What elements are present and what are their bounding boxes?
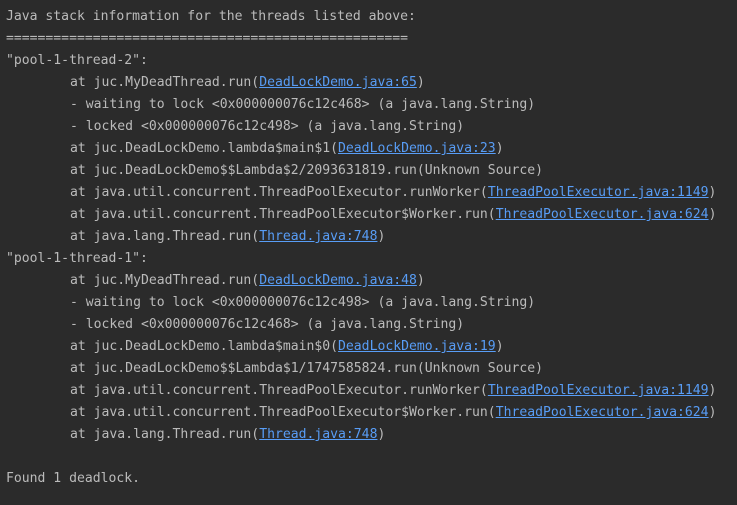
console-line: at java.lang.Thread.run(Thread.java:748) <box>6 226 737 248</box>
console-text: Java stack information for the threads l… <box>6 9 416 24</box>
source-file-link[interactable]: DeadLockDemo.java:65 <box>259 75 417 90</box>
console-text: at java.util.concurrent.ThreadPoolExecut… <box>70 405 496 420</box>
console-text: Found 1 deadlock. <box>6 471 141 486</box>
console-line: at juc.MyDeadThread.run(DeadLockDemo.jav… <box>6 270 737 292</box>
console-line: at juc.DeadLockDemo.lambda$main$0(DeadLo… <box>6 336 737 358</box>
source-file-link[interactable]: Thread.java:748 <box>259 427 377 442</box>
console-text: ) <box>495 339 504 354</box>
source-file-link[interactable]: ThreadPoolExecutor.java:1149 <box>488 185 709 200</box>
console-text: at juc.DeadLockDemo$$Lambda$1/1747585824… <box>70 361 543 376</box>
console-text: - locked <0x000000076c12c498> (a java.la… <box>70 119 465 134</box>
console-line: - locked <0x000000076c12c468> (a java.la… <box>6 314 737 336</box>
console-text: ========================================… <box>6 31 409 46</box>
source-file-link[interactable]: ThreadPoolExecutor.java:624 <box>496 207 709 222</box>
console-line: at java.util.concurrent.ThreadPoolExecut… <box>6 402 737 424</box>
source-file-link[interactable]: DeadLockDemo.java:23 <box>338 141 496 156</box>
console-text: ) <box>416 75 425 90</box>
console-text: ) <box>708 383 717 398</box>
console-line: at juc.DeadLockDemo$$Lambda$1/1747585824… <box>6 358 737 380</box>
source-file-link[interactable]: ThreadPoolExecutor.java:624 <box>496 405 709 420</box>
console-text: "pool-1-thread-2": <box>6 53 148 68</box>
console-line: Found 1 deadlock. <box>6 468 737 490</box>
console-text: ) <box>708 185 717 200</box>
console-text: - waiting to lock <0x000000076c12c498> (… <box>70 295 536 310</box>
console-text: ) <box>708 207 717 222</box>
console-text: - waiting to lock <0x000000076c12c468> (… <box>70 97 536 112</box>
console-text: at java.util.concurrent.ThreadPoolExecut… <box>70 383 488 398</box>
console-line: at java.lang.Thread.run(Thread.java:748) <box>6 424 737 446</box>
console-line: "pool-1-thread-2": <box>6 50 737 72</box>
console-text: at juc.DeadLockDemo$$Lambda$2/2093631819… <box>70 163 543 178</box>
console-line: at java.util.concurrent.ThreadPoolExecut… <box>6 204 737 226</box>
source-file-link[interactable]: DeadLockDemo.java:48 <box>259 273 417 288</box>
source-file-link[interactable]: ThreadPoolExecutor.java:1149 <box>488 383 709 398</box>
console-text: at java.util.concurrent.ThreadPoolExecut… <box>70 207 496 222</box>
console-text: at juc.MyDeadThread.run( <box>70 273 260 288</box>
console-text: ) <box>708 405 717 420</box>
console-line: at java.util.concurrent.ThreadPoolExecut… <box>6 380 737 402</box>
console-line: - locked <0x000000076c12c498> (a java.la… <box>6 116 737 138</box>
console-line: - waiting to lock <0x000000076c12c498> (… <box>6 292 737 314</box>
console-text: ) <box>416 273 425 288</box>
console-text: ) <box>377 229 386 244</box>
console-text: at java.util.concurrent.ThreadPoolExecut… <box>70 185 488 200</box>
console-line: at juc.MyDeadThread.run(DeadLockDemo.jav… <box>6 72 737 94</box>
console-text: ) <box>495 141 504 156</box>
console-text: at juc.DeadLockDemo.lambda$main$0( <box>70 339 339 354</box>
console-line: at juc.DeadLockDemo$$Lambda$2/2093631819… <box>6 160 737 182</box>
console-text: at juc.MyDeadThread.run( <box>70 75 260 90</box>
console-line: at java.util.concurrent.ThreadPoolExecut… <box>6 182 737 204</box>
console-output: Java stack information for the threads l… <box>6 6 737 490</box>
source-file-link[interactable]: Thread.java:748 <box>259 229 377 244</box>
console-text: ) <box>377 427 386 442</box>
console-line: ========================================… <box>6 28 737 50</box>
console-text: - locked <0x000000076c12c468> (a java.la… <box>70 317 465 332</box>
console-text: "pool-1-thread-1": <box>6 251 148 266</box>
console-line: Java stack information for the threads l… <box>6 6 737 28</box>
console-text: at java.lang.Thread.run( <box>70 427 260 442</box>
source-file-link[interactable]: DeadLockDemo.java:19 <box>338 339 496 354</box>
console-line: - waiting to lock <0x000000076c12c468> (… <box>6 94 737 116</box>
console-text: at juc.DeadLockDemo.lambda$main$1( <box>70 141 339 156</box>
console-line: "pool-1-thread-1": <box>6 248 737 270</box>
console-line: at juc.DeadLockDemo.lambda$main$1(DeadLo… <box>6 138 737 160</box>
console-text: at java.lang.Thread.run( <box>70 229 260 244</box>
